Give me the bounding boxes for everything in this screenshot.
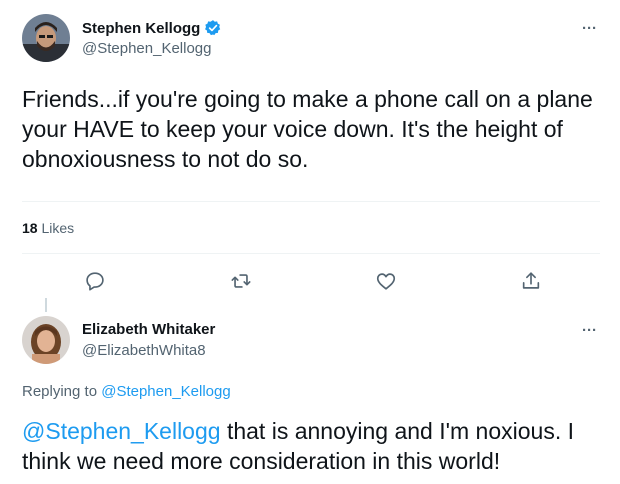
verified-badge-icon — [204, 19, 222, 37]
replying-to-line: Replying to @Stephen_Kellogg — [22, 383, 231, 400]
divider — [22, 253, 600, 254]
replying-to-link[interactable]: @Stephen_Kellogg — [101, 383, 231, 400]
reply-author-handle[interactable]: @ElizabethWhita8 — [82, 342, 206, 359]
author-handle[interactable]: @Stephen_Kellogg — [82, 40, 212, 57]
author-name[interactable]: Stephen Kellogg — [82, 20, 200, 37]
reply-author-name[interactable]: Elizabeth Whitaker — [82, 321, 215, 338]
likes-label: Likes — [41, 220, 75, 236]
likes-number: 18 — [22, 220, 38, 236]
author-avatar[interactable] — [22, 14, 70, 62]
thread-connector-line — [45, 298, 47, 312]
like-icon[interactable] — [373, 268, 399, 294]
likes-count[interactable]: 18 Likes — [22, 220, 74, 236]
divider — [22, 201, 600, 202]
more-options-icon[interactable]: ··· — [582, 20, 597, 37]
reply-author-avatar[interactable] — [22, 316, 70, 364]
replying-to-prefix: Replying to — [22, 383, 98, 400]
reply-icon[interactable] — [82, 268, 108, 294]
reply-mention-link[interactable]: @Stephen_Kellogg — [22, 418, 221, 444]
reply-more-options-icon[interactable]: ··· — [582, 322, 597, 339]
retweet-icon[interactable] — [228, 268, 254, 294]
reply-text: @Stephen_Kellogg that is annoying and I'… — [22, 416, 602, 476]
tweet-text: Friends...if you're going to make a phon… — [22, 86, 593, 172]
share-icon[interactable] — [518, 268, 544, 294]
